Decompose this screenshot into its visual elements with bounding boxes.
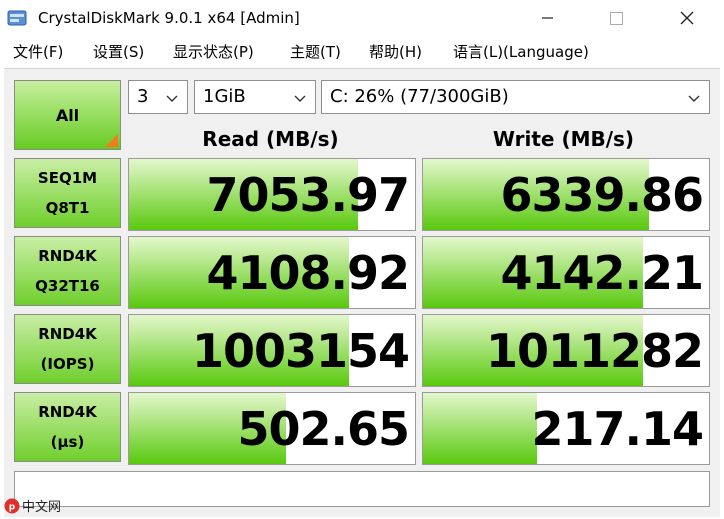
read-result-rnd4k-q32t16: 4108.92	[128, 236, 416, 309]
row-label-line1: RND4K	[38, 403, 97, 421]
write-value: 6339.86	[500, 168, 704, 222]
watermark-text: 中文网	[22, 500, 62, 515]
read-value: 1003154	[191, 324, 410, 378]
watermark: p 中文网	[4, 498, 61, 516]
read-result-rnd4k-iops: 1003154	[128, 314, 416, 387]
write-result-rnd4k-q32t16: 4142.21	[422, 236, 710, 309]
row-label-line1: SEQ1M	[37, 169, 98, 187]
test-size-select[interactable]: 1GiB	[194, 80, 316, 114]
close-icon	[680, 11, 694, 25]
menu-help[interactable]: 帮助(H)	[369, 41, 422, 63]
row-label-line1: RND4K	[38, 325, 97, 343]
menu-language[interactable]: 语言(L)(Language)	[453, 41, 589, 63]
test-size-value: 1GiB	[203, 86, 246, 107]
title-bar: CrystalDiskMark 9.0.1 x64 [Admin]	[0, 0, 724, 36]
test-count-value: 3	[137, 86, 149, 107]
menu-theme[interactable]: 主题(T)	[290, 41, 341, 63]
write-bar	[423, 393, 538, 464]
write-value: 1011282	[485, 324, 704, 378]
menu-profile[interactable]: 显示状态(P)	[173, 41, 254, 63]
drive-value: C: 26% (77/300GiB)	[330, 86, 509, 107]
drive-select[interactable]: C: 26% (77/300GiB)	[321, 80, 710, 114]
menu-bar: 文件(F) 设置(S) 显示状态(P) 主题(T) 帮助(H) 语言(L)(La…	[0, 36, 724, 68]
maximize-icon	[610, 12, 623, 25]
app-icon	[7, 10, 27, 26]
chevron-down-icon	[294, 95, 306, 102]
minimize-button[interactable]	[526, 0, 572, 36]
all-button[interactable]: All	[14, 80, 121, 150]
minimize-icon	[542, 17, 553, 19]
svg-text:p: p	[9, 503, 16, 513]
write-value: 217.14	[531, 402, 704, 456]
write-result-rnd4k-iops: 1011282	[422, 314, 710, 387]
test-rnd4k-q32t16-button[interactable]: RND4K Q32T16	[14, 236, 121, 306]
row-label-line1: RND4K	[38, 247, 97, 265]
comment-input[interactable]	[14, 471, 710, 507]
write-value: 4142.21	[500, 246, 704, 300]
row-label-line2: Q32T16	[35, 277, 100, 295]
read-value: 502.65	[237, 402, 410, 456]
row-label-line2: (μs)	[50, 433, 85, 451]
main-panel: All 3 1GiB C: 26% (77/300GiB) Read (MB/s…	[4, 68, 720, 517]
chevron-down-icon	[688, 95, 700, 102]
test-seq1m-button[interactable]: SEQ1M Q8T1	[14, 158, 121, 228]
read-result-seq1m: 7053.97	[128, 158, 416, 231]
corner-marker-icon	[105, 134, 118, 147]
close-button[interactable]	[664, 0, 710, 36]
read-value: 4108.92	[206, 246, 410, 300]
chevron-down-icon	[166, 95, 178, 102]
read-result-rnd4k-latency: 502.65	[128, 392, 416, 465]
menu-settings[interactable]: 设置(S)	[93, 41, 144, 63]
test-count-select[interactable]: 3	[128, 80, 188, 114]
test-rnd4k-latency-button[interactable]: RND4K (μs)	[14, 392, 121, 462]
menu-file[interactable]: 文件(F)	[13, 41, 63, 63]
read-value: 7053.97	[206, 168, 410, 222]
read-header: Read (MB/s)	[202, 127, 339, 151]
write-result-seq1m: 6339.86	[422, 158, 710, 231]
write-header: Write (MB/s)	[492, 127, 635, 151]
write-result-rnd4k-latency: 217.14	[422, 392, 710, 465]
php-logo-icon: p	[4, 498, 20, 514]
window-title: CrystalDiskMark 9.0.1 x64 [Admin]	[38, 9, 300, 27]
all-button-label: All	[55, 105, 80, 125]
row-label-line2: (IOPS)	[40, 355, 95, 373]
row-label-line2: Q8T1	[45, 199, 90, 217]
maximize-button[interactable]	[594, 0, 640, 36]
test-rnd4k-iops-button[interactable]: RND4K (IOPS)	[14, 314, 121, 384]
